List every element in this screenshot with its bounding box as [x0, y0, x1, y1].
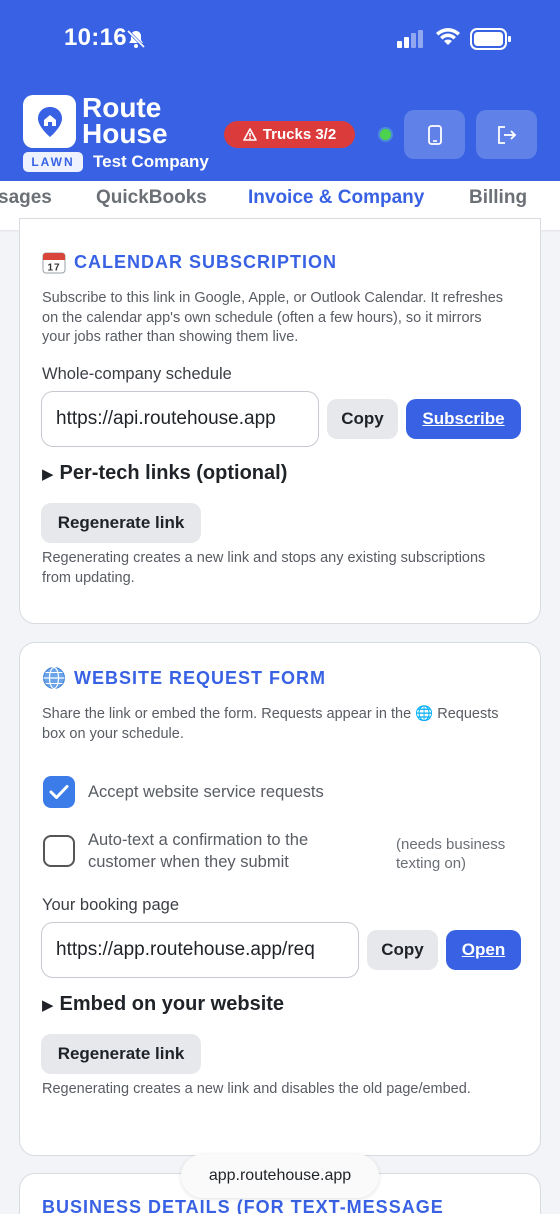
calendar-section-title: 17 CALENDAR SUBSCRIPTION — [42, 250, 337, 274]
calendar-subscription-card: 17 CALENDAR SUBSCRIPTION Subscribe to th… — [19, 218, 541, 624]
phone-icon — [427, 124, 442, 145]
booking-url-input[interactable] — [41, 922, 359, 978]
brand-line-2: House — [82, 118, 168, 149]
calendar-subscribe-button[interactable]: Subscribe — [406, 399, 521, 439]
trucks-status-badge[interactable]: Trucks 3/2 — [224, 121, 355, 148]
per-tech-links-label: Per-tech links (optional) — [59, 462, 288, 484]
accept-requests-label: Accept website service requests — [88, 783, 324, 801]
autotext-hint-line-2: texting on) — [396, 855, 467, 872]
bell-muted-icon — [126, 29, 146, 54]
tab-quickbooks[interactable]: QuickBooks — [96, 187, 207, 209]
calendar-regenerate-button[interactable]: Regenerate link — [41, 503, 201, 543]
accept-requests-checkbox[interactable] — [43, 776, 75, 808]
wifi-icon — [435, 27, 461, 52]
autotext-checkbox[interactable] — [43, 835, 75, 867]
website-regenerate-button[interactable]: Regenerate link — [41, 1034, 201, 1074]
disclosure-triangle-icon: ▶ — [42, 996, 54, 1014]
calendar-title-text: CALENDAR SUBSCRIPTION — [74, 251, 338, 272]
autotext-hint: (needs business texting on) — [396, 835, 505, 873]
trucks-label: Trucks 3/2 — [262, 126, 337, 143]
business-details-title: BUSINESS DETAILS (FOR TEXT-MESSAGE — [42, 1197, 444, 1214]
disclosure-triangle-icon: ▶ — [42, 465, 54, 483]
company-name: Test Company — [93, 152, 209, 171]
website-form-title-text: WEBSITE REQUEST FORM — [74, 667, 327, 688]
svg-text:17: 17 — [47, 263, 60, 274]
website-regenerate-note: Regenerating creates a new link and disa… — [42, 1081, 471, 1097]
autotext-label-line-2: customer when they submit — [88, 853, 289, 871]
calendar-regenerate-note: Regenerating creates a new link and stop… — [42, 550, 486, 586]
autotext-label-line-1: Auto-text a confirmation to the — [88, 831, 309, 849]
per-tech-links-toggle[interactable]: ▶ Per-tech links (optional) — [42, 462, 287, 485]
tab-billing[interactable]: Billing — [469, 187, 527, 209]
browser-url-bar[interactable]: app.routehouse.app — [181, 1154, 379, 1198]
app-header: 10:16 Route House LAWN Test Company Truc… — [0, 0, 560, 191]
battery-icon — [470, 28, 512, 55]
autotext-label: Auto-text a confirmation to the customer… — [88, 829, 308, 873]
logout-button[interactable] — [476, 110, 537, 159]
checkmark-icon — [49, 785, 69, 799]
calendar-description: Subscribe to this link in Google, Apple,… — [42, 290, 504, 345]
tab-invoice-company[interactable]: Invoice & Company — [248, 187, 424, 209]
mobile-view-button[interactable] — [404, 110, 465, 159]
calendar-copy-button[interactable]: Copy — [327, 399, 398, 439]
warning-icon — [242, 128, 257, 141]
booking-open-button[interactable]: Open — [446, 930, 521, 970]
website-form-description: Share the link or embed the form. Reques… — [42, 706, 499, 742]
embed-label: Embed on your website — [59, 993, 285, 1015]
schedule-label: Whole-company schedule — [42, 365, 232, 383]
tab-messages[interactable]: sages — [0, 187, 52, 209]
calendar-icon: 17 — [42, 252, 66, 274]
status-time: 10:16 — [64, 24, 127, 51]
globe-icon — [43, 666, 65, 690]
booking-page-label: Your booking page — [42, 896, 180, 914]
website-form-section-title: WEBSITE REQUEST FORM — [42, 666, 326, 690]
website-request-form-card: WEBSITE REQUEST FORM Share the link or e… — [19, 642, 541, 1156]
booking-copy-button[interactable]: Copy — [367, 930, 438, 970]
logo — [23, 95, 76, 148]
logout-icon — [497, 125, 516, 144]
brand-name: Route House — [82, 94, 168, 149]
online-status-dot — [378, 127, 393, 142]
embed-toggle[interactable]: ▶ Embed on your website — [42, 993, 284, 1016]
plan-badge: LAWN — [23, 152, 83, 172]
cellular-signal-icon — [397, 30, 425, 53]
autotext-hint-line-1: (needs business — [396, 836, 506, 853]
calendar-url-input[interactable] — [41, 391, 319, 447]
